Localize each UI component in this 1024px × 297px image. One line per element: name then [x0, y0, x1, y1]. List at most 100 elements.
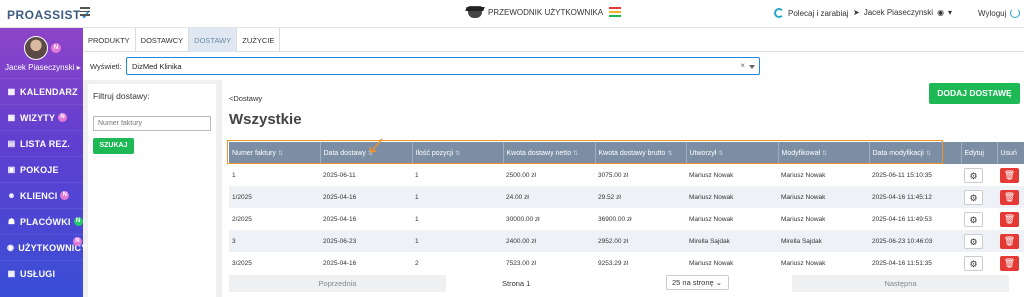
sort-icon: ⇅: [455, 150, 461, 157]
table-row: 3 2025-06-23 1 2400.00 zł 2952.00 zł Mirella …: [229, 230, 1024, 252]
table-cell: 3075.00 zł: [595, 164, 686, 186]
tab-zuzycie[interactable]: ZUŻYCIE: [237, 28, 281, 52]
tab-dostawcy[interactable]: DOSTAWCY: [136, 28, 190, 52]
sidebar-item-placowki[interactable]: ☗ PLACÓWKI N: [0, 208, 83, 234]
user-circle-icon: ◉: [937, 8, 945, 17]
users-icon: ☻: [7, 191, 16, 200]
sidebar-item-kalendarz[interactable]: ▦ KALENDARZ: [0, 78, 83, 104]
trash-icon[interactable]: 🗑: [1000, 233, 1019, 249]
column-header[interactable]: Ilość pozycji ⇅: [412, 142, 504, 164]
prev-page-button[interactable]: Poprzednia: [229, 275, 446, 292]
page-size-value: 25 na stronę: [672, 278, 714, 287]
invoice-number-input[interactable]: [93, 116, 211, 131]
chevron-down-icon[interactable]: [749, 65, 755, 69]
sidebar-item-uslugi[interactable]: ▦ USŁUGI: [0, 260, 83, 286]
page-size-select[interactable]: 25 na stronę ⌄: [666, 275, 729, 290]
door-icon: ▣: [7, 165, 16, 174]
column-header[interactable]: Utworzył ⇅: [686, 142, 779, 164]
gear-icon[interactable]: ⚙: [964, 167, 983, 183]
sidebar-item-pokoje[interactable]: ▣ POKOJE: [0, 156, 83, 182]
table-cell: 1: [412, 230, 503, 252]
trash-icon[interactable]: 🗑: [1000, 211, 1019, 227]
sidebar-item-klienci[interactable]: ☻ KLIENCI N: [0, 182, 83, 208]
user-circle-icon: ◉: [7, 243, 15, 252]
column-header[interactable]: Kwota dostawy brutto ⇅: [595, 142, 687, 164]
table-cell: Mariusz Nowak: [686, 186, 778, 208]
deliveries-table: Numer faktury ⇅ Data dostawy ⇅ Ilość pozyc…: [229, 142, 1024, 274]
table-cell: Mariusz Nowak: [686, 164, 778, 186]
edit-cell: ⚙: [961, 252, 997, 274]
tab-dostawy[interactable]: DOSTAWY: [189, 28, 238, 52]
trash-icon[interactable]: 🗑: [1000, 255, 1019, 271]
logout-button[interactable]: Wyloguj: [978, 8, 1021, 18]
gear-icon[interactable]: ⚙: [964, 189, 983, 205]
chevron-down-icon: ▾: [948, 8, 953, 17]
table-row: 1 2025-06-11 1 2500.00 zł 3075.00 zł Mariusz …: [229, 164, 1024, 186]
page-title: Wszystkie: [229, 111, 302, 128]
clinic-select[interactable]: DizMed Klinika ×: [126, 57, 760, 75]
table-row: 3/2025 2025-04-16 2 7523.00 zł 9253.29 zł Mar…: [229, 252, 1024, 274]
graduation-cap-icon: [468, 6, 482, 18]
clinic-select-value: DizMed Klinika: [132, 62, 182, 71]
table-cell: 2400.00 zł: [503, 230, 595, 252]
table-cell: Mariusz Nowak: [686, 252, 778, 274]
search-button[interactable]: SZUKAJ: [93, 138, 134, 154]
profile-badge: N: [51, 43, 61, 53]
table-header-row: Numer faktury ⇅ Data dostawy ⇅ Ilość pozyc…: [229, 142, 1024, 164]
column-header: Usuń: [997, 142, 1024, 164]
edit-cell: ⚙: [961, 230, 997, 252]
filter-title: Filtruj dostawy:: [93, 91, 150, 101]
delete-cell: 🗑: [997, 186, 1024, 208]
add-delivery-button[interactable]: DODAJ DOSTAWĘ: [929, 83, 1020, 104]
guide-label: PRZEWODNIK UŻYTKOWNIKA: [488, 7, 604, 17]
sidebar-item-wizyty[interactable]: ▦ WIZYTY N: [0, 104, 83, 130]
user-menu[interactable]: ➤ Jacek Piaseczynski ◉ ▾: [853, 8, 952, 17]
table-cell: Mirella Sajdak: [778, 230, 869, 252]
next-page-button[interactable]: Następna: [792, 275, 1009, 292]
column-header[interactable]: Numer faktury ⇅: [229, 142, 321, 164]
table-cell: 2025-04-16 11:51:35: [869, 252, 961, 274]
menu-toggle-icon[interactable]: [80, 7, 90, 17]
table-cell: Mariusz Nowak: [686, 208, 778, 230]
sidebar-item-lista-rez[interactable]: ▤ LISTA REZ.: [0, 130, 83, 156]
table-cell: 2500.00 zł: [503, 164, 595, 186]
table-cell: 2952.00 zł: [595, 230, 686, 252]
table-cell: 36900.00 zł: [595, 208, 686, 230]
section-tabs: PRODUKTY DOSTAWCY DOSTAWY ZUŻYCIE: [83, 28, 1024, 52]
sidebar-item-uzytkownicy[interactable]: ◉ UŻYTKOWNICY N: [0, 234, 87, 260]
refer-label: Polecaj i zarabiaj: [788, 8, 849, 18]
refer-link[interactable]: Polecaj i zarabiaj: [774, 8, 848, 18]
trash-icon[interactable]: 🗑: [1000, 167, 1019, 183]
table-cell: Mariusz Nowak: [778, 252, 869, 274]
new-badge: N: [60, 191, 70, 200]
power-icon: [1010, 8, 1021, 18]
sidebar-item-label: KLIENCI: [20, 190, 58, 201]
profile-name-link[interactable]: Jacek Piaseczynski ▸: [5, 63, 81, 72]
display-row: Wyświetl: DizMed Klinika ×: [83, 52, 1024, 80]
table-cell: 2025-06-23: [320, 230, 412, 252]
table-cell: 1/2025: [229, 186, 320, 208]
user-guide-link[interactable]: PRZEWODNIK UŻYTKOWNIKA: [468, 6, 622, 18]
column-header[interactable]: Kwota dostawy netto ⇅: [503, 142, 596, 164]
table-cell: 2/2025: [229, 208, 320, 230]
breadcrumb[interactable]: <Dostawy: [229, 94, 262, 103]
gear-icon[interactable]: ⚙: [964, 255, 983, 271]
gear-icon[interactable]: ⚙: [964, 211, 983, 227]
checklist-icon: [609, 6, 622, 18]
calendar-check-icon: ▦: [7, 113, 16, 122]
avatar[interactable]: [24, 36, 48, 60]
table-cell: 9253.29 zł: [595, 252, 686, 274]
table-row: 2/2025 2025-04-16 1 30000.00 zł 36900.00 zł M…: [229, 208, 1024, 230]
clear-icon[interactable]: ×: [740, 61, 745, 70]
table-cell: 3: [229, 230, 320, 252]
table-cell: Mariusz Nowak: [778, 164, 869, 186]
column-header[interactable]: Modyfikował ⇅: [778, 142, 870, 164]
megaphone-icon: ➤: [853, 8, 860, 17]
logout-label: Wyloguj: [978, 8, 1007, 18]
edit-cell: ⚙: [961, 164, 997, 186]
edit-cell: ⚙: [961, 208, 997, 230]
trash-icon[interactable]: 🗑: [1000, 189, 1019, 205]
column-header[interactable]: Data modyfikacji ⇅: [869, 142, 962, 164]
gear-icon[interactable]: ⚙: [964, 233, 983, 249]
tab-produkty[interactable]: PRODUKTY: [83, 28, 136, 52]
